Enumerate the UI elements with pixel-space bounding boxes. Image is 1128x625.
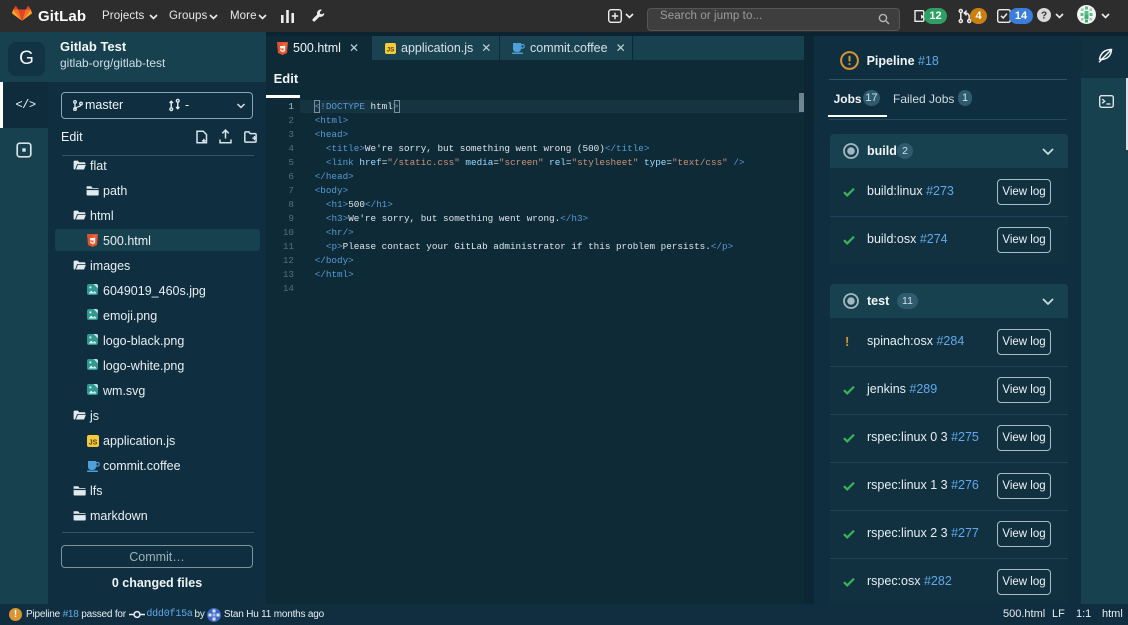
svg-text:JS: JS	[387, 46, 396, 53]
svg-text:?: ?	[1041, 10, 1047, 21]
svg-text:JS: JS	[89, 439, 98, 446]
